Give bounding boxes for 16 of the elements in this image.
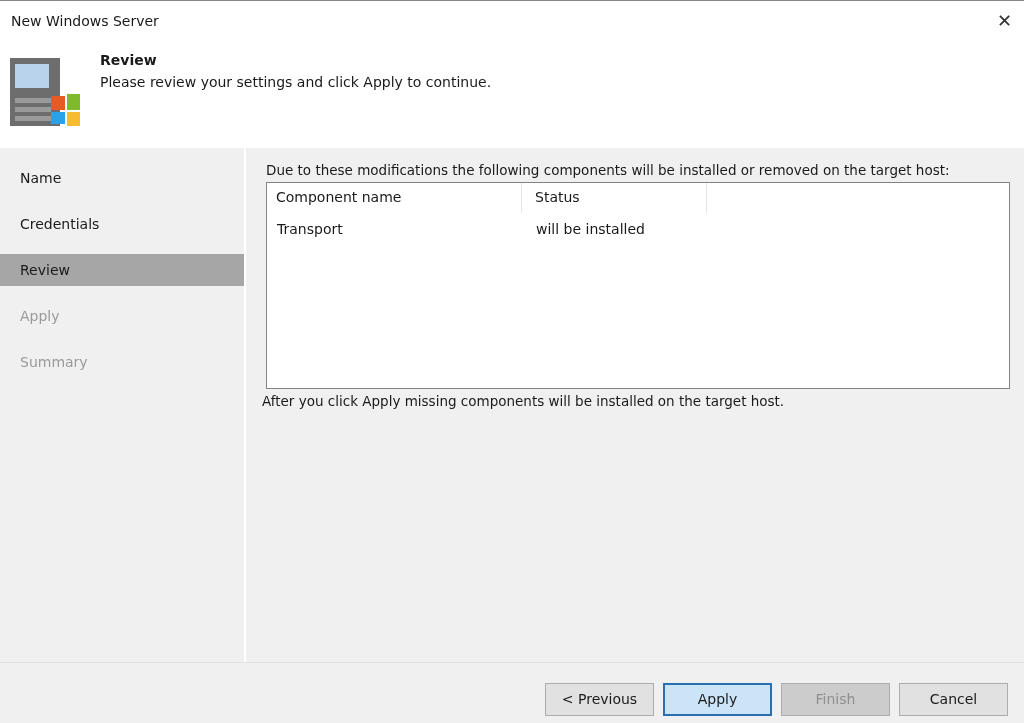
close-button[interactable]: ✕ bbox=[992, 10, 1016, 31]
column-header[interactable]: Status bbox=[522, 183, 707, 213]
table-cell-text: will be installed bbox=[535, 220, 646, 239]
note-text: After you click Apply missing components will be installed on the target host. bbox=[262, 393, 786, 409]
window-title: New Windows Server bbox=[11, 12, 159, 29]
wizard-step[interactable]: Name bbox=[0, 162, 244, 194]
intro-text: Due to these modifications the following components will be installed or removed on the target host: bbox=[266, 162, 951, 178]
page-subtitle: Please review your settings and click Apply to continue. bbox=[100, 74, 492, 90]
table-cell-text: Transport bbox=[276, 220, 344, 239]
page-title: Review bbox=[100, 52, 158, 68]
dialog-button[interactable]: Apply bbox=[663, 682, 772, 716]
column-header[interactable]: Component name bbox=[267, 183, 522, 213]
dialog-button[interactable]: < Previous bbox=[545, 682, 654, 716]
wizard-step[interactable]: Credentials bbox=[0, 208, 244, 240]
wizard-step[interactable]: Review bbox=[0, 254, 244, 286]
dialog-button[interactable]: Cancel bbox=[899, 682, 1008, 716]
